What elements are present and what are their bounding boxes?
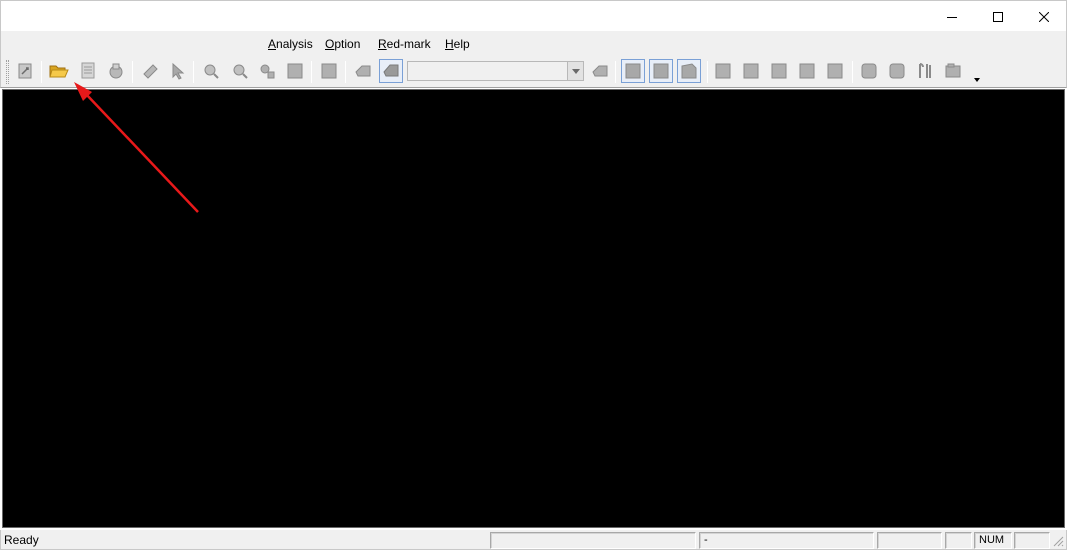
menu-help[interactable]: Help [441, 35, 474, 53]
save-button[interactable] [76, 59, 100, 83]
settings-icon [945, 63, 961, 78]
status-pane-3 [877, 532, 942, 549]
zoom-out-icon [233, 64, 248, 79]
toolbar-separator [41, 61, 42, 83]
print-icon [109, 63, 123, 79]
status-bar: Ready - NUM [0, 530, 1067, 550]
tool-c-button[interactable] [767, 59, 791, 83]
zoom-in-button[interactable] [199, 59, 223, 83]
cursor-arrow-icon [172, 62, 185, 80]
maximize-button[interactable] [975, 1, 1021, 32]
open-folder-icon [49, 65, 69, 78]
toolbar-separator [132, 61, 133, 83]
toolbar-separator [311, 61, 312, 83]
square-view-icon [653, 63, 669, 79]
menu-red-mark[interactable]: Red-mark [374, 35, 435, 53]
toolbar-separator [615, 61, 616, 83]
resize-grip-icon[interactable] [1052, 535, 1064, 547]
view-icon [321, 63, 337, 79]
layer-select-icon [383, 64, 399, 77]
status-pane-6 [1014, 532, 1050, 549]
close-button[interactable] [1021, 1, 1067, 32]
status-num-indicator: NUM [974, 532, 1012, 549]
toolbar [0, 56, 1067, 88]
toolbar-separator [345, 61, 346, 83]
square-tool-icon [771, 63, 787, 79]
tool-b-button[interactable] [739, 59, 763, 83]
layer-button[interactable] [351, 59, 375, 83]
layer-select-button[interactable] [379, 59, 403, 83]
menu-analysis[interactable]: Analysis [264, 35, 317, 53]
status-pane-4 [945, 532, 972, 549]
drawing-canvas[interactable] [2, 89, 1065, 528]
new-file-button[interactable] [13, 59, 37, 83]
minimize-icon [947, 16, 957, 18]
tool-d-button[interactable] [795, 59, 819, 83]
rounded-square-icon [861, 63, 877, 79]
zoom-in-icon [204, 64, 219, 79]
menu-bar: Analysis Option Red-mark Help [0, 31, 1067, 56]
square-view-icon [625, 63, 641, 79]
square-tool-icon [827, 63, 843, 79]
tool-g-button[interactable] [885, 59, 909, 83]
shaded-view-icon [681, 63, 697, 79]
layer-dropdown[interactable] [407, 61, 584, 81]
toolbar-separator [852, 61, 853, 83]
square-tool-icon [743, 63, 759, 79]
view-button[interactable] [317, 59, 341, 83]
layer-manager-button[interactable] [588, 59, 612, 83]
toggle-view-3-button[interactable] [677, 59, 701, 83]
ruler-icon [143, 64, 158, 79]
toolbar-separator [707, 61, 708, 83]
toggle-view-1-button[interactable] [621, 59, 645, 83]
menu-option[interactable]: Option [321, 35, 364, 53]
status-text: Ready [4, 533, 39, 547]
zoom-extents-button[interactable] [283, 59, 307, 83]
status-pane-2: - [699, 532, 874, 549]
chevron-down-icon [571, 68, 580, 74]
settings-button[interactable] [941, 59, 965, 83]
toggle-view-2-button[interactable] [649, 59, 673, 83]
wrench-icon [919, 63, 931, 78]
toolbar-separator [193, 61, 194, 83]
dropdown-arrow-button[interactable] [567, 62, 583, 80]
status-pane-1 [490, 532, 696, 549]
zoom-out-button[interactable] [228, 59, 252, 83]
select-button[interactable] [166, 59, 190, 83]
maximize-icon [993, 11, 1003, 22]
zoom-extents-icon [287, 63, 303, 79]
tool-e-button[interactable] [823, 59, 847, 83]
toolbar-grip[interactable] [6, 60, 9, 84]
zoom-window-button[interactable] [255, 59, 279, 83]
title-bar [0, 0, 1067, 31]
rounded-square-icon [889, 63, 905, 79]
tool-f-button[interactable] [857, 59, 881, 83]
tools-button[interactable] [913, 59, 937, 83]
print-button[interactable] [104, 59, 128, 83]
toolbar-overflow-icon[interactable] [973, 76, 981, 82]
document-icon [81, 62, 95, 79]
zoom-window-icon [260, 64, 275, 79]
square-tool-icon [715, 63, 731, 79]
new-file-icon [18, 63, 32, 79]
square-tool-icon [799, 63, 815, 79]
tool-a-button[interactable] [711, 59, 735, 83]
layer-icon [355, 65, 371, 77]
measure-button[interactable] [138, 59, 162, 83]
minimize-button[interactable] [929, 1, 975, 32]
layer-manager-icon [592, 65, 608, 77]
open-file-button[interactable] [47, 59, 71, 83]
close-icon [1039, 11, 1049, 22]
